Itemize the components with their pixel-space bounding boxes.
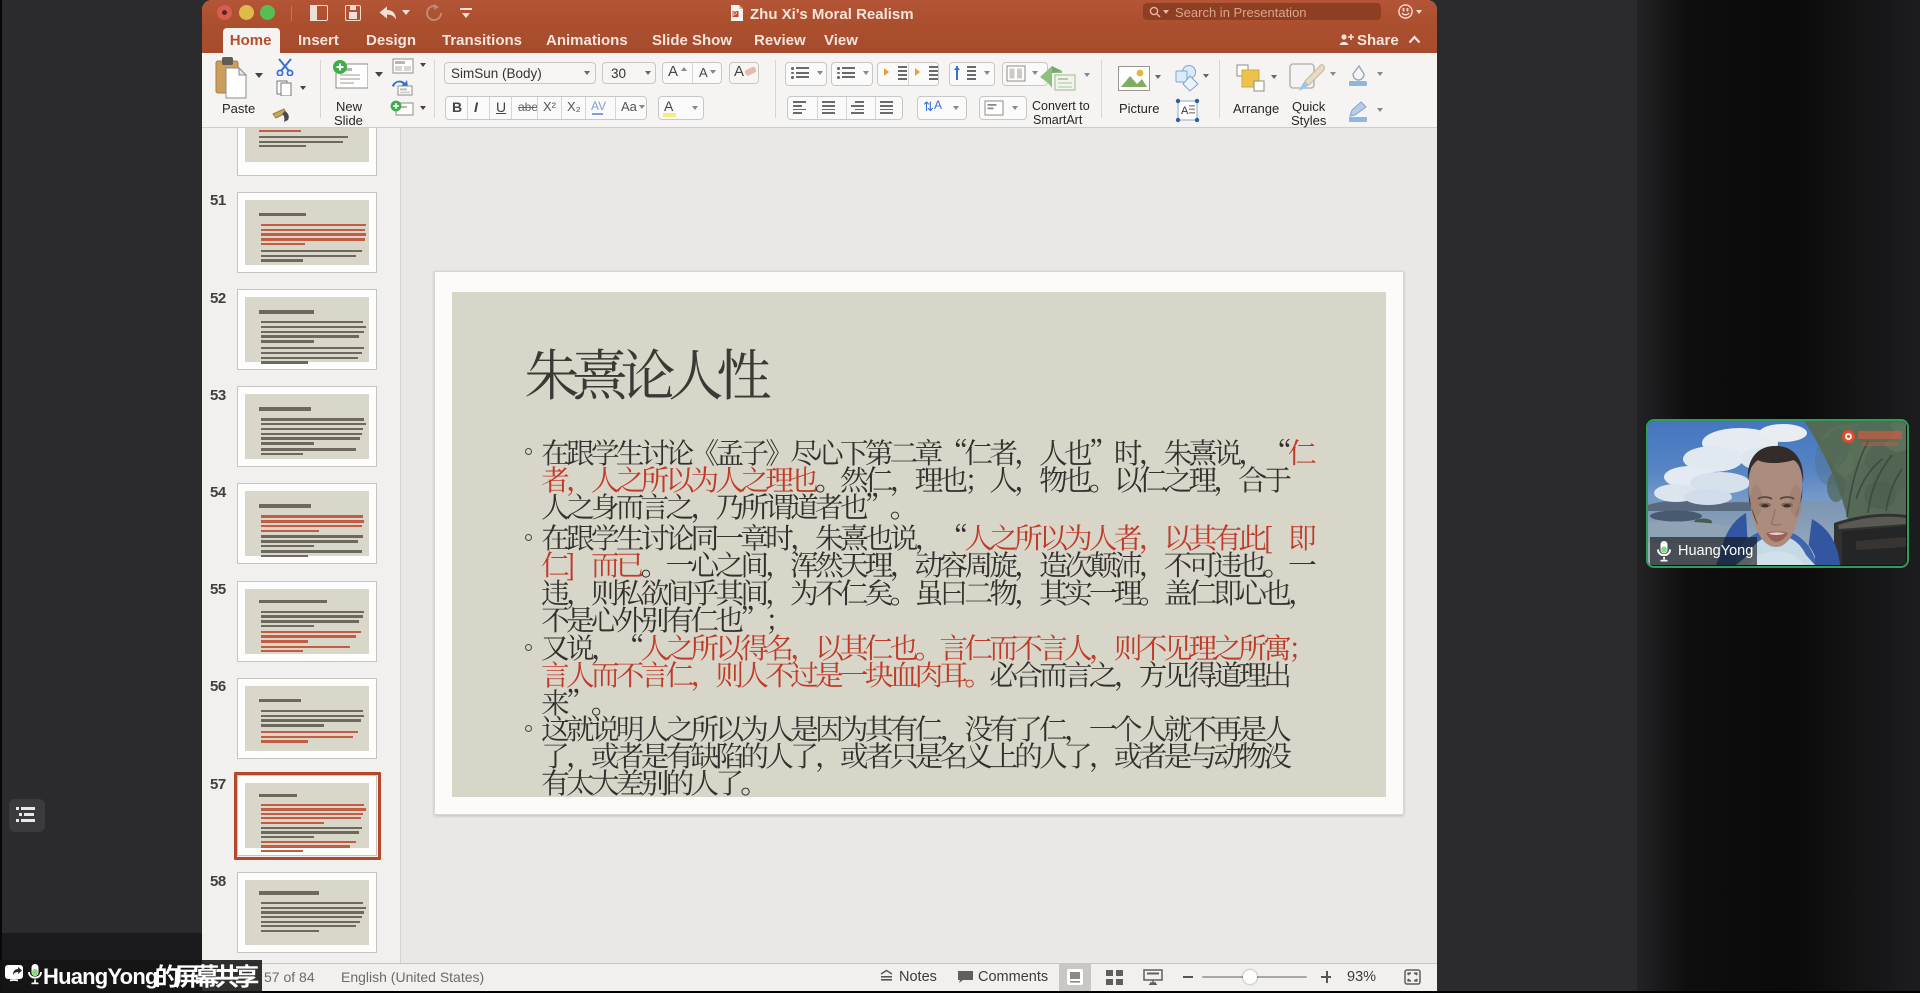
svg-text:P: P	[733, 12, 737, 18]
svg-text:A: A	[1181, 105, 1189, 117]
